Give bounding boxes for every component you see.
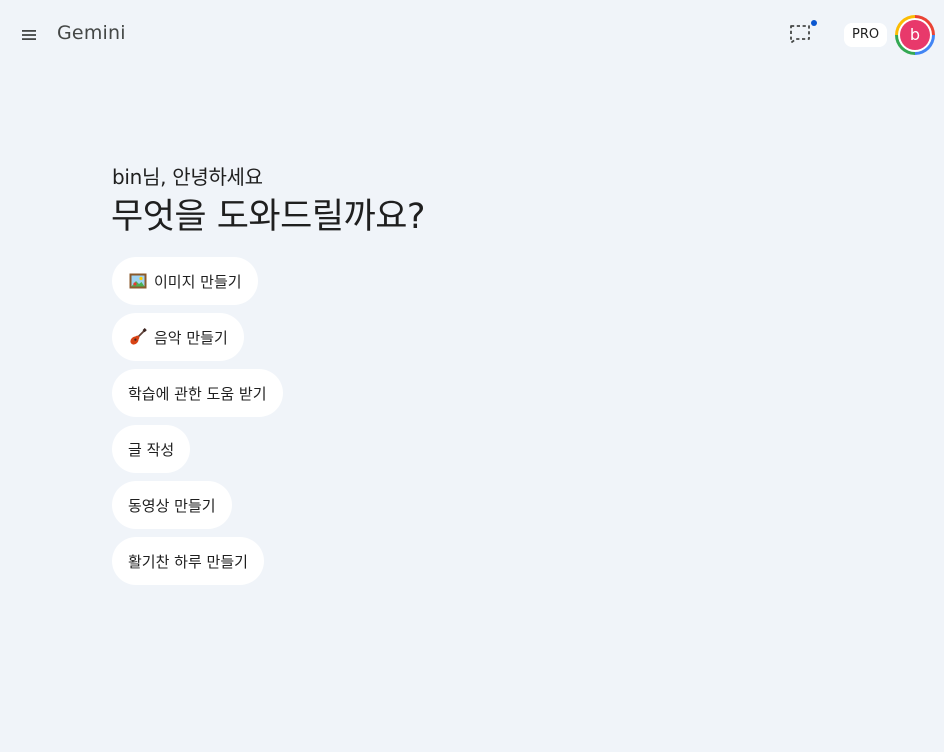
pro-badge: PRO bbox=[844, 23, 888, 47]
page-title: 무엇을 도와드릴까요? bbox=[111, 197, 426, 237]
chip-write[interactable]: 글 작성 bbox=[112, 425, 191, 473]
app-title[interactable]: Gemini bbox=[57, 22, 126, 44]
avatar: b bbox=[898, 18, 932, 52]
chip-label: 동영상 만들기 bbox=[128, 496, 216, 515]
chip-label: 이미지 만들기 bbox=[154, 272, 242, 291]
chip-label: 활기찬 하루 만들기 bbox=[128, 552, 248, 571]
framed-picture-icon bbox=[128, 271, 148, 291]
greeting-text: bin님, 안녕하세요 bbox=[112, 165, 263, 189]
account-avatar-button[interactable]: b bbox=[895, 15, 935, 55]
notification-dot bbox=[811, 20, 817, 26]
chip-study-help[interactable]: 학습에 관한 도움 받기 bbox=[112, 369, 283, 417]
chip-label: 학습에 관한 도움 받기 bbox=[128, 384, 267, 403]
guitar-icon bbox=[128, 327, 148, 347]
chip-create-image[interactable]: 이미지 만들기 bbox=[112, 257, 258, 305]
top-bar: Gemini PRO b bbox=[0, 0, 944, 70]
main-menu-button[interactable] bbox=[16, 22, 42, 48]
chip-label: 글 작성 bbox=[128, 440, 175, 459]
chip-label: 음악 만들기 bbox=[154, 328, 228, 347]
hamburger-menu-icon bbox=[22, 30, 36, 40]
feedback-dashed-square-icon bbox=[790, 25, 810, 43]
chip-energize-day[interactable]: 활기찬 하루 만들기 bbox=[112, 537, 264, 585]
chip-create-music[interactable]: 음악 만들기 bbox=[112, 313, 244, 361]
chip-create-video[interactable]: 동영상 만들기 bbox=[112, 481, 232, 529]
avatar-initial: b bbox=[900, 20, 930, 50]
